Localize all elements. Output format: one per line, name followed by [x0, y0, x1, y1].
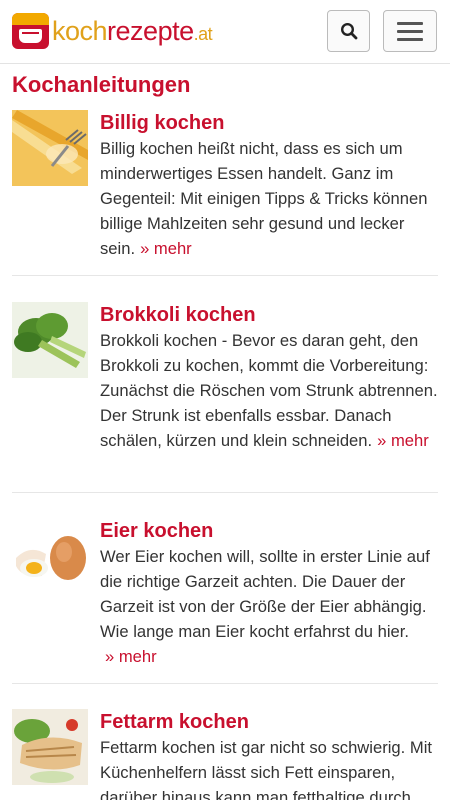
- top-navbar: kochrezepte.at: [0, 0, 450, 64]
- divider: [12, 492, 438, 493]
- divider: [12, 683, 438, 684]
- hamburger-menu-icon: [397, 21, 423, 25]
- read-more-link[interactable]: » mehr: [140, 239, 192, 258]
- article-title[interactable]: Billig kochen: [100, 111, 224, 135]
- pasta-image-icon: [12, 110, 88, 186]
- divider: [12, 275, 438, 276]
- logo-text-part2: rezepte: [107, 15, 194, 46]
- broccoli-image-icon: [12, 302, 88, 378]
- article-thumbnail[interactable]: [12, 302, 88, 378]
- article-item: Fettarm kochen Fettarm kochen ist gar ni…: [12, 709, 438, 800]
- article-description: Billig kochen heißt nicht, dass es sich …: [100, 136, 440, 261]
- article-item: Billig kochen Billig kochen heißt nicht,…: [12, 110, 438, 276]
- chef-hat-logo-icon: [12, 13, 49, 49]
- article-item: Eier kochen Wer Eier kochen will, sollte…: [12, 518, 438, 684]
- search-icon: [340, 22, 357, 40]
- article-thumbnail[interactable]: [12, 709, 88, 785]
- read-more-link[interactable]: » mehr: [377, 431, 429, 450]
- chicken-salad-image-icon: [12, 709, 88, 785]
- menu-toggle-button[interactable]: [383, 10, 437, 52]
- article-text: Fettarm kochen ist gar nicht so schwieri…: [100, 738, 432, 800]
- article-item: Brokkoli kochen Brokkoli kochen - Bevor …: [12, 302, 438, 493]
- article-description: Wer Eier kochen will, sollte in erster L…: [100, 544, 440, 669]
- article-description: Brokkoli kochen - Bevor es daran geht, d…: [100, 328, 440, 453]
- article-description: Fettarm kochen ist gar nicht so schwieri…: [100, 735, 440, 800]
- egg-image-icon: [12, 518, 88, 594]
- article-thumbnail[interactable]: [12, 110, 88, 186]
- site-logo[interactable]: kochrezepte.at: [12, 12, 213, 50]
- logo-text-part3: .at: [193, 23, 213, 44]
- article-title[interactable]: Fettarm kochen: [100, 710, 249, 734]
- page-title: Kochanleitungen: [12, 72, 191, 97]
- logo-wordmark: kochrezepte.at: [52, 15, 213, 46]
- search-button[interactable]: [327, 10, 370, 52]
- article-text: Wer Eier kochen will, sollte in erster L…: [100, 547, 430, 641]
- logo-text-part1: koch: [52, 15, 108, 46]
- article-title[interactable]: Brokkoli kochen: [100, 303, 256, 327]
- article-title[interactable]: Eier kochen: [100, 519, 213, 543]
- article-thumbnail[interactable]: [12, 518, 88, 594]
- read-more-link[interactable]: » mehr: [105, 647, 157, 666]
